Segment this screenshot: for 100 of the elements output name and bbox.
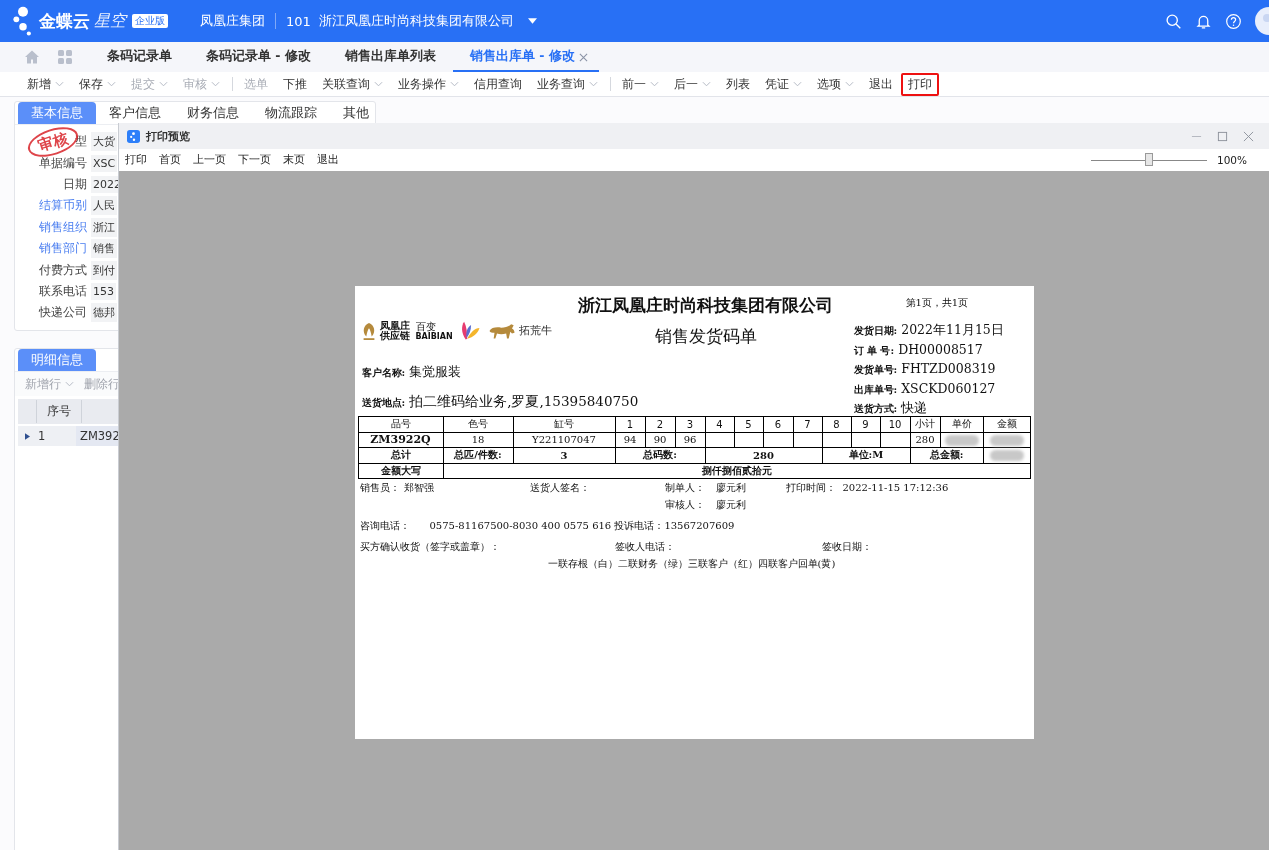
field-label[interactable]: 销售组织 — [39, 219, 87, 235]
maximize-icon[interactable] — [1217, 130, 1228, 142]
column-header: 4 — [705, 416, 734, 432]
page-tab[interactable]: 条码记录单 - 修改 — [189, 42, 328, 72]
org-code[interactable]: 101 — [286, 13, 311, 29]
table-cell: 单位:M — [822, 447, 910, 463]
toolbar-button[interactable]: 业务查询 — [530, 72, 605, 96]
toolbar-button[interactable]: 后一 — [667, 72, 718, 96]
home-icon[interactable] — [24, 49, 40, 65]
slider-thumb[interactable] — [1144, 153, 1153, 166]
form-tab[interactable]: 客户信息 — [96, 102, 174, 124]
chevron-icon — [55, 81, 64, 87]
search-icon[interactable] — [1165, 12, 1182, 30]
column-header[interactable]: 序号 — [36, 400, 82, 423]
page-tab[interactable]: 销售出库单列表 — [327, 42, 453, 72]
preview-action[interactable]: 下一页 — [238, 153, 271, 167]
zoom-reading: 100% — [1216, 154, 1247, 166]
toolbar-button[interactable]: 下推 — [276, 72, 314, 96]
field-value[interactable]: 浙江 — [91, 217, 117, 237]
column-header: 小计 — [910, 416, 940, 432]
preview-action[interactable]: 退出 — [317, 153, 339, 167]
field-value[interactable]: 德邦 — [91, 303, 117, 323]
salesperson-label: 销售员： — [359, 480, 401, 495]
address-value: 拍二维码给业务,罗夏,15395840750 — [409, 393, 639, 411]
chevron-icon — [107, 81, 116, 87]
table-cell: 280 — [910, 432, 940, 448]
form-tab[interactable]: 财务信息 — [174, 102, 252, 124]
column-header: 10 — [880, 416, 910, 432]
field-value[interactable]: 人民 — [91, 196, 117, 216]
column-header: 6 — [763, 416, 793, 432]
column-header: 5 — [734, 416, 763, 432]
table-cell: Y221107047 — [513, 432, 615, 448]
toolbar-button[interactable]: 凭证 — [758, 72, 809, 96]
avatar-icon[interactable] — [1255, 7, 1269, 35]
chevron-icon — [793, 81, 802, 87]
info-label: 订 单 号: — [853, 343, 895, 358]
field-value[interactable]: 到付 — [91, 260, 117, 280]
table-cell: 总码数: — [615, 447, 705, 463]
chevron-icon — [702, 81, 711, 87]
deliverer-label: 送货人签名： — [529, 480, 591, 495]
close-icon[interactable] — [1243, 130, 1254, 142]
field-label: 付费方式 — [39, 262, 87, 278]
preview-action[interactable]: 末页 — [283, 153, 305, 167]
dots-logo-icon — [13, 6, 33, 36]
preview-action[interactable]: 上一页 — [193, 153, 226, 167]
field-label[interactable]: 结算币别 — [39, 198, 87, 214]
butterfly-logo: 百变 BAIBIAN — [415, 320, 481, 342]
apps-grid-icon[interactable] — [57, 49, 73, 65]
document-title: 销售发货码单 — [654, 325, 757, 348]
print-time-label: 打印时间： — [785, 480, 837, 495]
chevron-icon — [211, 81, 220, 87]
info-value: DH00008517 — [898, 341, 983, 357]
field-value[interactable]: 销售 — [91, 239, 117, 259]
toolbar-button[interactable]: 打印 — [901, 72, 939, 96]
toolbar-button[interactable]: 前一 — [615, 72, 666, 96]
chevron-icon — [65, 381, 74, 387]
copies-note: 一联存根（白）二联财务（绿）三联客户（红）四联客户回单(黄) — [547, 558, 836, 569]
chevron-icon — [650, 81, 659, 87]
address-label: 送货地点: — [361, 396, 406, 410]
org-name[interactable]: 浙江凤凰庄时尚科技集团有限公司 — [318, 12, 514, 30]
field-label[interactable]: 销售部门 — [39, 241, 87, 257]
toolbar-button[interactable]: 保存 — [72, 72, 123, 96]
toolbar-button[interactable]: 新增 — [20, 72, 71, 96]
table-cell: 94 — [615, 432, 645, 448]
maker-value: 廖元利 — [715, 480, 747, 495]
page-tab[interactable]: 条码记录单 — [90, 42, 189, 72]
column-header: 缸号 — [513, 416, 615, 432]
form-tab[interactable]: 物流跟踪 — [252, 102, 330, 124]
table-cell: 90 — [645, 432, 675, 448]
window-title: 打印预览 — [146, 128, 190, 144]
close-icon[interactable] — [578, 52, 588, 62]
contact-value: 0575-81167500-8030 400 0575 616 投诉电话：13567207609 — [429, 518, 735, 533]
toolbar-button[interactable]: 选项 — [810, 72, 861, 96]
help-icon[interactable] — [1225, 12, 1242, 30]
field-value[interactable]: XSC — [91, 154, 118, 172]
chevron-icon — [450, 81, 459, 87]
preview-action[interactable]: 打印 — [125, 153, 147, 167]
product-name: 星空 — [94, 10, 126, 32]
column-header: 8 — [822, 416, 851, 432]
caret-icon[interactable] — [527, 18, 537, 24]
table-cell: 3 — [513, 447, 615, 463]
salesperson-value: 郑智强 — [403, 480, 435, 495]
toolbar-button[interactable]: 关联查询 — [315, 72, 390, 96]
zoom-slider[interactable] — [1090, 153, 1207, 167]
field-value[interactable]: 大货 — [91, 132, 117, 152]
print-time-value: 2022-11-15 17:12:36 — [842, 482, 949, 493]
app-icon — [127, 129, 140, 143]
toolbar-button[interactable]: 退出 — [862, 72, 900, 96]
toolbar-button[interactable]: 列表 — [719, 72, 757, 96]
preview-action[interactable]: 首页 — [159, 153, 181, 167]
toolbar-button[interactable]: 信用查询 — [467, 72, 529, 96]
table-cell: 总匹/件数: — [443, 447, 513, 463]
toolbar-button[interactable]: 业务操作 — [391, 72, 466, 96]
form-tab[interactable]: 其他 — [330, 102, 382, 124]
receiver-phone-label: 签收人电话： — [614, 539, 676, 554]
group-name: 凤凰庄集团 — [200, 12, 265, 30]
field-label: 联系电话 — [39, 283, 87, 299]
field-value[interactable]: 153 — [91, 282, 116, 300]
column-header: 品号 — [358, 416, 443, 432]
page-info: 第1页，共1页 — [905, 296, 970, 310]
